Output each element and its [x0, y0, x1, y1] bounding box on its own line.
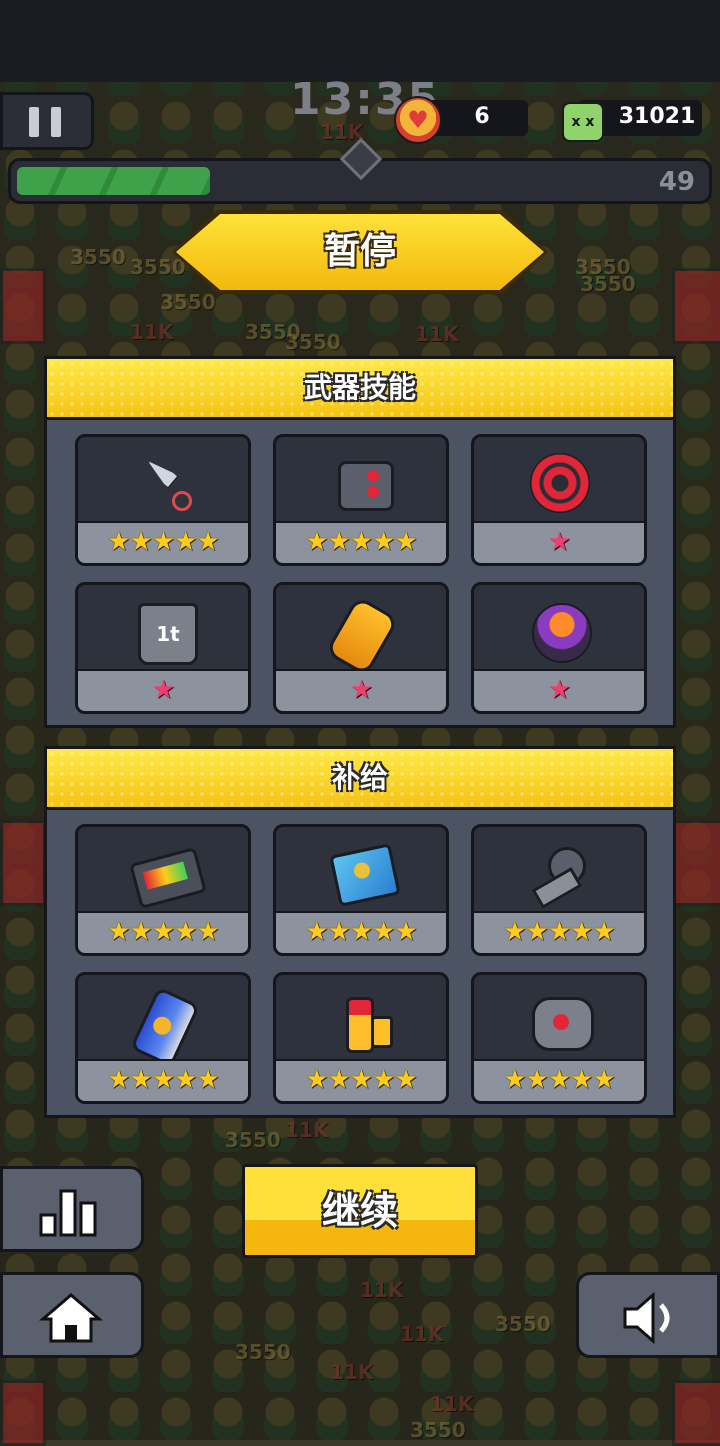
star-rating: ★★★★★ — [78, 521, 248, 563]
damage-number: 3550 — [235, 1340, 291, 1364]
weapon-slot[interactable]: ★ — [471, 582, 647, 714]
weapon-skills-panel: 武器技能 ★★★★★ ★★★★★ ★ 1t ★ ★ ★ — [44, 356, 676, 728]
weapon-slot[interactable]: ★★★★★ — [273, 434, 449, 566]
star-rating: ★ — [474, 669, 644, 711]
building-left — [0, 820, 46, 906]
weapon-slot[interactable]: ★★★★★ — [75, 434, 251, 566]
battery-cell-icon — [346, 997, 393, 1053]
home-button[interactable] — [0, 1272, 144, 1358]
star-rating: ★★★★★ — [474, 911, 644, 953]
mechanical-arm-icon — [534, 847, 586, 905]
damage-number: 3550 — [70, 245, 126, 269]
damage-number: 3550 — [285, 330, 341, 354]
pause-title: 暂停 — [323, 231, 396, 272]
weapon-slot[interactable]: ★ — [471, 434, 647, 566]
experience-fill — [17, 167, 211, 195]
pause-button[interactable] — [0, 92, 94, 150]
weapon-skills-header: 武器技能 — [47, 359, 673, 420]
energy-can-icon — [129, 986, 201, 1068]
weapon-slot[interactable]: ★ — [273, 582, 449, 714]
robot-head-icon — [338, 461, 394, 511]
damage-number: 11K — [400, 1322, 444, 1346]
magnet-icon — [532, 997, 594, 1051]
battery-pack-icon — [129, 846, 207, 910]
damage-number: 3550 — [410, 1418, 466, 1442]
sound-button[interactable] — [576, 1272, 720, 1358]
top-status-area — [0, 0, 720, 82]
damage-number: 11K — [130, 320, 174, 344]
continue-button[interactable]: 继续 — [242, 1164, 478, 1258]
damage-number: 3550 — [495, 1312, 551, 1336]
building-right — [672, 1380, 720, 1446]
star-rating: ★★★★★ — [276, 1059, 446, 1101]
lives-value: 6 — [474, 104, 490, 129]
player-level: 49 — [658, 167, 695, 197]
weight-1t-icon: 1t — [138, 603, 198, 665]
bar-chart-icon — [39, 1189, 97, 1237]
supply-slot[interactable]: ★★★★★ — [471, 972, 647, 1104]
building-right — [672, 820, 720, 906]
star-rating: ★★★★★ — [78, 911, 248, 953]
building-left — [0, 268, 46, 344]
supplies-panel: 补给 ★★★★★ ★★★★★ ★★★★★ ★★★★★ ★★★★★ ★★★★★ — [44, 746, 676, 1118]
kill-count-value: 31021 — [618, 104, 696, 129]
zombie-skull-icon: x x — [562, 102, 604, 142]
heart-icon: ♥ — [394, 96, 442, 144]
pause-icon — [29, 107, 39, 137]
damage-number: 3550 — [580, 272, 636, 296]
star-rating: ★★★★★ — [474, 1059, 644, 1101]
supply-slot[interactable]: ★★★★★ — [471, 824, 647, 956]
weapon-slot[interactable]: 1t ★ — [75, 582, 251, 714]
damage-number: 11K — [360, 1278, 404, 1302]
star-rating: ★★★★★ — [276, 521, 446, 563]
star-rating: ★ — [78, 669, 248, 711]
star-rating: ★ — [276, 669, 446, 711]
damage-number: 3550 — [225, 1128, 281, 1152]
home-icon — [38, 1293, 104, 1343]
supply-slot[interactable]: ★★★★★ — [273, 972, 449, 1104]
speaker-icon — [623, 1291, 670, 1345]
kunai-icon — [138, 459, 194, 515]
star-rating: ★★★★★ — [78, 1059, 248, 1101]
book-icon — [329, 843, 401, 907]
building-left — [0, 1380, 46, 1446]
building-right — [672, 268, 720, 344]
damage-number: 11K — [330, 1360, 374, 1384]
damage-number: 11K — [430, 1392, 474, 1416]
damage-number: 3550 — [160, 290, 216, 314]
orb-launcher-icon — [532, 603, 592, 663]
damage-number: 11K — [285, 1118, 329, 1142]
stats-button[interactable] — [0, 1166, 144, 1252]
sawblade-icon — [530, 453, 590, 513]
star-rating: ★ — [474, 521, 644, 563]
star-rating: ★★★★★ — [276, 911, 446, 953]
supply-slot[interactable]: ★★★★★ — [273, 824, 449, 956]
supply-slot[interactable]: ★★★★★ — [75, 824, 251, 956]
damage-number: 11K — [415, 322, 459, 346]
supply-slot[interactable]: ★★★★★ — [75, 972, 251, 1104]
supplies-header: 补给 — [47, 749, 673, 810]
energy-capsule-icon — [324, 595, 400, 677]
